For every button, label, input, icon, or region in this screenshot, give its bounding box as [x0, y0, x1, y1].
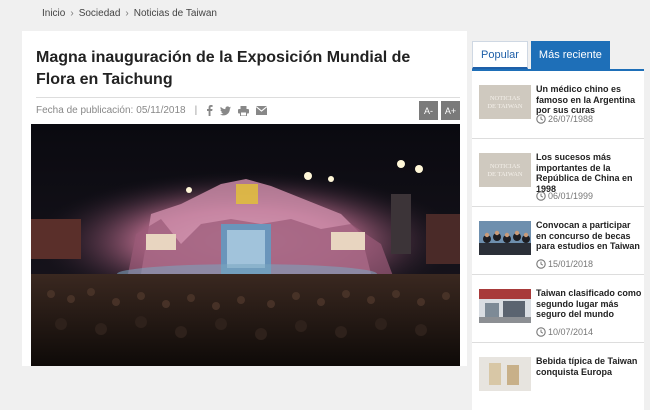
page: Inicio › Sociedad › Noticias de Taiwan M…	[0, 0, 650, 410]
news-title: Bebida típica de Taiwan conquista Europa	[536, 356, 638, 377]
news-title: Un médico chino es famoso en la Argentin…	[536, 84, 636, 115]
clock-icon	[536, 114, 546, 124]
font-increase-button[interactable]: A+	[441, 101, 460, 120]
news-date: 06/01/1999	[536, 191, 593, 201]
article: Magna inauguración de la Exposición Mund…	[22, 31, 467, 366]
news-thumbnail	[479, 221, 531, 255]
tab-most-recent[interactable]: Más reciente	[530, 41, 610, 69]
article-title: Magna inauguración de la Exposición Mund…	[36, 49, 411, 88]
thumbnail-logo-text: DE TAIWAN	[487, 103, 523, 110]
news-date-text: 15/01/2018	[548, 259, 594, 269]
thumbnail-logo-text: NOTICIAS	[490, 163, 521, 170]
share-buttons	[206, 105, 268, 116]
news-list: NOTICIAS DE TAIWAN Un médico chino es fa…	[472, 71, 644, 410]
breadcrumb-noticias[interactable]: Noticias de Taiwan	[134, 8, 217, 19]
news-date: 15/01/2018	[536, 259, 593, 269]
breadcrumb-home[interactable]: Inicio	[42, 8, 65, 19]
news-date: 26/07/1988	[536, 114, 593, 124]
article-photo	[31, 124, 460, 366]
news-date-text: 10/07/2014	[548, 327, 594, 337]
facebook-icon[interactable]	[206, 105, 213, 116]
clock-icon	[536, 191, 546, 201]
article-meta: Fecha de publicación: 05/11/2018 |	[36, 105, 268, 116]
list-item[interactable]: NOTICIAS DE TAIWAN Los sucesos más impor…	[472, 139, 644, 207]
news-date-text: 06/01/1999	[548, 191, 594, 201]
news-date-text: 26/07/1988	[548, 114, 594, 124]
date-label: Fecha de publicación:	[36, 105, 134, 116]
breadcrumb: Inicio › Sociedad › Noticias de Taiwan	[42, 8, 217, 19]
breadcrumb-sociedad[interactable]: Sociedad	[79, 8, 121, 19]
tab-popular[interactable]: Popular	[472, 41, 528, 69]
font-decrease-button[interactable]: A-	[419, 101, 438, 120]
sidebar: Popular Más reciente NOTICIAS DE TAIWAN …	[472, 41, 644, 410]
news-thumbnail: NOTICIAS DE TAIWAN	[479, 85, 531, 119]
thumbnail-logo-text: NOTICIAS	[490, 95, 521, 102]
news-title: Los sucesos más importantes de la Repúbl…	[536, 152, 633, 194]
news-thumbnail: NOTICIAS DE TAIWAN	[479, 153, 531, 187]
twitter-icon[interactable]	[220, 105, 232, 116]
news-title: Taiwan clasificado como segundo lugar má…	[536, 288, 642, 319]
meta-separator: |	[194, 105, 198, 116]
email-icon[interactable]	[256, 106, 268, 115]
list-item[interactable]: NOTICIAS DE TAIWAN Un médico chino es fa…	[472, 71, 644, 139]
news-thumbnail	[479, 289, 531, 323]
sidebar-tabs: Popular Más reciente	[472, 41, 610, 69]
news-thumbnail	[479, 357, 531, 391]
chevron-right-icon: ›	[70, 8, 74, 19]
clock-icon	[536, 259, 546, 269]
list-item[interactable]: Bebida típica de Taiwan conquista Europa	[472, 343, 644, 410]
list-item[interactable]: Convocan a participar en concurso de bec…	[472, 207, 644, 275]
print-icon[interactable]	[238, 105, 250, 116]
clock-icon	[536, 327, 546, 337]
list-item[interactable]: Taiwan clasificado como segundo lugar má…	[472, 275, 644, 343]
font-size-controls: A- A+	[419, 101, 460, 120]
divider	[36, 97, 460, 98]
publication-date: 05/11/2018	[136, 105, 186, 116]
chevron-right-icon: ›	[125, 8, 129, 19]
news-date: 10/07/2014	[536, 327, 593, 337]
thumbnail-logo-text: DE TAIWAN	[487, 171, 523, 178]
news-title: Convocan a participar en concurso de bec…	[536, 220, 640, 251]
